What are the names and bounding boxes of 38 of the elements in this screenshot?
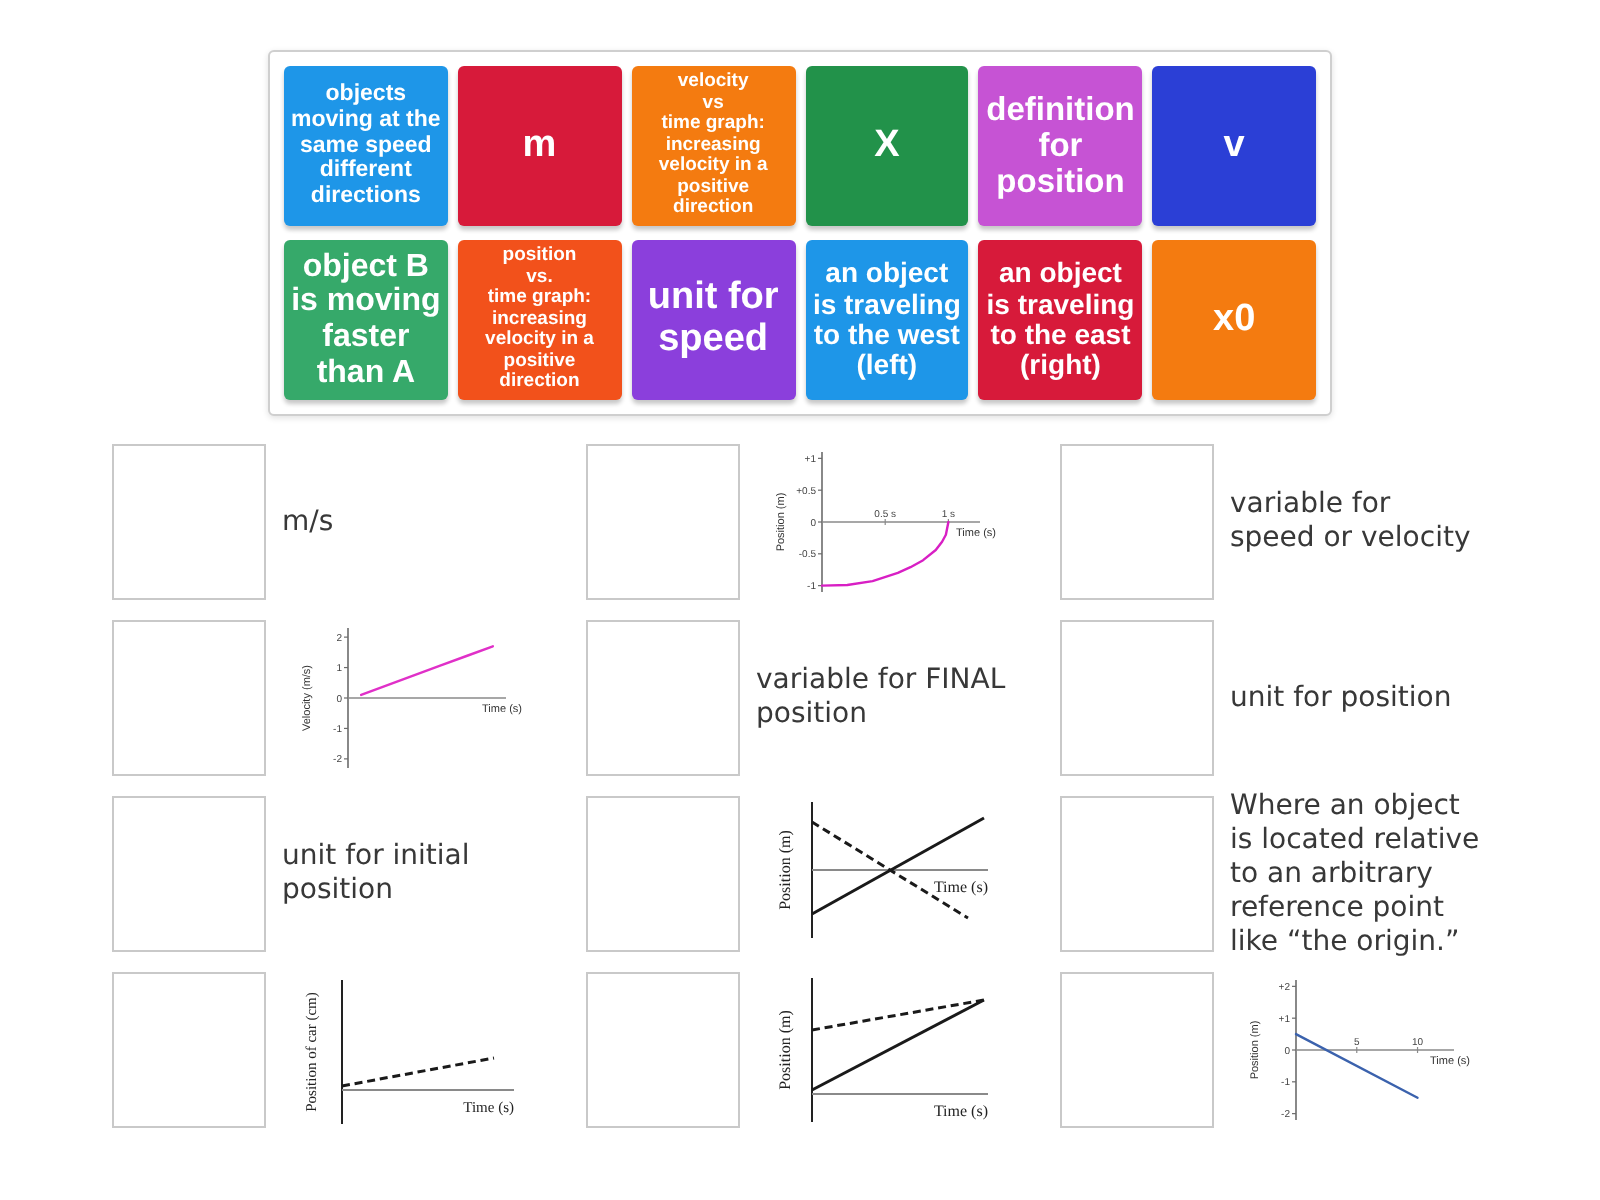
- y-axis: [817, 451, 823, 593]
- prompt-text: m/s: [282, 505, 336, 539]
- answer-box[interactable]: [586, 972, 740, 1128]
- prompt-text: unit for initial position: [282, 840, 472, 908]
- prompt-text: unit for position: [1230, 681, 1454, 715]
- answer-box[interactable]: [1060, 620, 1214, 776]
- answer-card[interactable]: object B is moving faster than A: [284, 240, 448, 400]
- answer-card[interactable]: X: [805, 66, 969, 226]
- answer-card[interactable]: x0: [1152, 240, 1316, 400]
- axis-title: Position (m): [776, 1010, 794, 1090]
- axis-title: Time (s): [933, 878, 988, 896]
- answer-box[interactable]: [1060, 444, 1214, 600]
- answer-card[interactable]: definition for position: [978, 66, 1143, 226]
- axis-title: Position (m): [776, 830, 794, 910]
- y-axis: [1291, 979, 1297, 1121]
- answer-box[interactable]: [1060, 796, 1214, 952]
- answer-card[interactable]: an object is traveling to the east (right): [978, 240, 1143, 400]
- answer-box[interactable]: [1060, 972, 1214, 1128]
- answer-card[interactable]: velocity vs time graph: increasing velocity in a positive direction: [631, 66, 795, 226]
- axis-title: Time (s): [933, 1102, 988, 1120]
- answer-box[interactable]: [112, 796, 266, 952]
- answer-card[interactable]: position vs. time graph: increasing velocity in a positive direction: [457, 240, 622, 400]
- prompt-text: Where an object is located relative to an arbitrary reference point like “the origin.”: [1230, 789, 1482, 959]
- answer-card[interactable]: v: [1152, 66, 1316, 226]
- answer-box[interactable]: [112, 972, 266, 1128]
- y-axis: [811, 801, 813, 939]
- answer-box[interactable]: [586, 620, 740, 776]
- answer-box[interactable]: [586, 444, 740, 600]
- prompt-text: variable for speed or velocity: [1230, 488, 1473, 556]
- answer-card[interactable]: unit for speed: [631, 240, 795, 400]
- answer-card[interactable]: m: [457, 66, 622, 226]
- answer-card[interactable]: an object is traveling to the west (left): [805, 240, 969, 400]
- answer-box[interactable]: [112, 620, 266, 776]
- prompt-text: variable for FINAL position: [756, 664, 1008, 732]
- answer-card[interactable]: objects moving at the same speed different directions: [284, 66, 448, 226]
- y-axis: [343, 627, 349, 769]
- answer-box[interactable]: [586, 796, 740, 952]
- answer-box[interactable]: [112, 444, 266, 600]
